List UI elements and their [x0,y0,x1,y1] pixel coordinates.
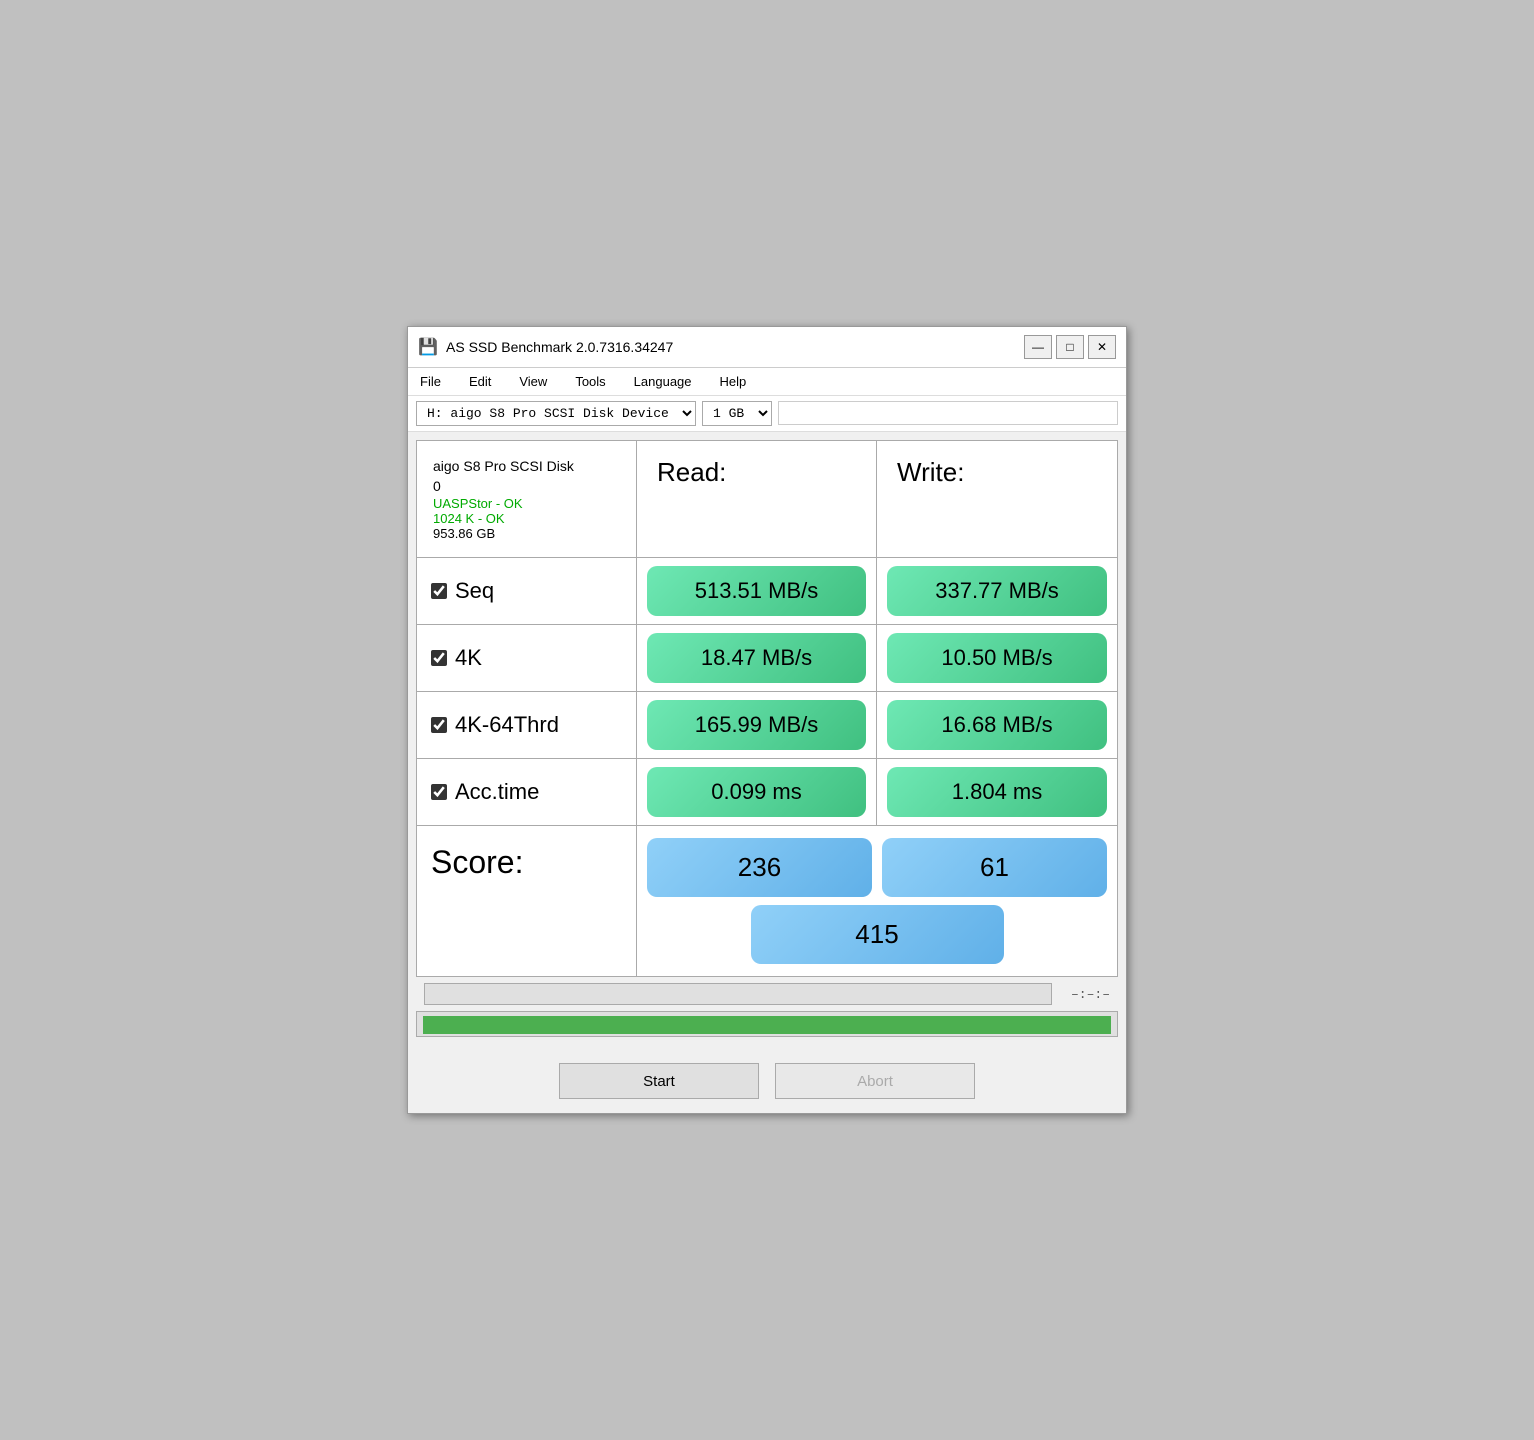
toolbar-spacer [778,401,1118,425]
write-header: Write: [877,441,1117,558]
menu-help[interactable]: Help [714,371,753,392]
green-progress-bar [416,1011,1118,1037]
bottom-buttons: Start Abort [408,1049,1126,1113]
window-controls: — □ ✕ [1024,335,1116,359]
restore-button[interactable]: □ [1056,335,1084,359]
acctime-label-cell: Acc.time [417,759,637,825]
4k-label: 4K [455,645,482,671]
abort-button[interactable]: Abort [775,1063,975,1099]
acctime-write-value: 1.804 ms [887,767,1107,817]
progress-area: –:–:– [416,977,1118,1011]
acctime-read-value: 0.099 ms [647,767,866,817]
read-header: Read: [637,441,877,558]
benchmark-grid: aigo S8 Pro SCSI Disk 0 UASPStor - OK 10… [416,440,1118,826]
header-empty: aigo S8 Pro SCSI Disk 0 UASPStor - OK 10… [417,441,637,558]
device-name: aigo S8 Pro SCSI Disk 0 [433,457,620,496]
close-button[interactable]: ✕ [1088,335,1116,359]
score-read-value: 236 [647,838,872,897]
seq-read-value: 513.51 MB/s [647,566,866,616]
disk-size: 953.86 GB [433,526,620,541]
menu-bar: File Edit View Tools Language Help [408,368,1126,396]
acctime-label: Acc.time [455,779,539,805]
4k64-read-value: 165.99 MB/s [647,700,866,750]
seq-checkbox[interactable] [431,583,447,599]
progress-bar-container [424,983,1052,1005]
acctime-write-cell: 1.804 ms [877,759,1117,825]
seq-read-cell: 513.51 MB/s [637,558,877,625]
title-bar: 💾 AS SSD Benchmark 2.0.7316.34247 — □ ✕ [408,327,1126,368]
cache-status: 1024 K - OK [433,511,620,526]
menu-language[interactable]: Language [628,371,698,392]
score-label-cell: Score: [417,826,637,976]
device-select[interactable]: H: aigo S8 Pro SCSI Disk Device [416,401,696,426]
app-icon: 💾 [418,337,438,357]
menu-edit[interactable]: Edit [463,371,497,392]
score-values-cell: 236 61 415 [637,826,1117,976]
4k64-checkbox[interactable] [431,717,447,733]
device-info: aigo S8 Pro SCSI Disk 0 UASPStor - OK 10… [433,457,620,541]
menu-tools[interactable]: Tools [569,371,611,392]
4k-write-value: 10.50 MB/s [887,633,1107,683]
seq-write-value: 337.77 MB/s [887,566,1107,616]
score-total-value: 415 [751,905,1004,964]
menu-file[interactable]: File [414,371,447,392]
score-write-value: 61 [882,838,1107,897]
size-select[interactable]: 1 GB [702,401,772,426]
minimize-button[interactable]: — [1024,335,1052,359]
4k-read-cell: 18.47 MB/s [637,625,877,692]
seq-label-cell: Seq [417,558,637,625]
green-bar-fill [423,1016,1111,1034]
start-button[interactable]: Start [559,1063,759,1099]
4k-checkbox[interactable] [431,650,447,666]
toolbar: H: aigo S8 Pro SCSI Disk Device 1 GB [408,396,1126,432]
main-content: aigo S8 Pro SCSI Disk 0 UASPStor - OK 10… [408,432,1126,1049]
uasp-status: UASPStor - OK [433,496,620,511]
score-label: Score: [431,844,523,881]
4k-write-cell: 10.50 MB/s [877,625,1117,692]
score-top-row: 236 61 [647,838,1107,897]
4k64-write-cell: 16.68 MB/s [877,692,1117,759]
4k64-label-cell: 4K-64Thrd [417,692,637,759]
seq-write-cell: 337.77 MB/s [877,558,1117,625]
4k-label-cell: 4K [417,625,637,692]
score-section: Score: 236 61 415 [416,826,1118,977]
4k64-read-cell: 165.99 MB/s [637,692,877,759]
window-title: AS SSD Benchmark 2.0.7316.34247 [446,339,1016,355]
4k-read-value: 18.47 MB/s [647,633,866,683]
seq-label: Seq [455,578,494,604]
menu-view[interactable]: View [513,371,553,392]
acctime-checkbox[interactable] [431,784,447,800]
4k64-write-value: 16.68 MB/s [887,700,1107,750]
application-window: 💾 AS SSD Benchmark 2.0.7316.34247 — □ ✕ … [407,326,1127,1114]
4k64-label: 4K-64Thrd [455,712,559,738]
progress-timer: –:–:– [1060,987,1110,1002]
acctime-read-cell: 0.099 ms [637,759,877,825]
